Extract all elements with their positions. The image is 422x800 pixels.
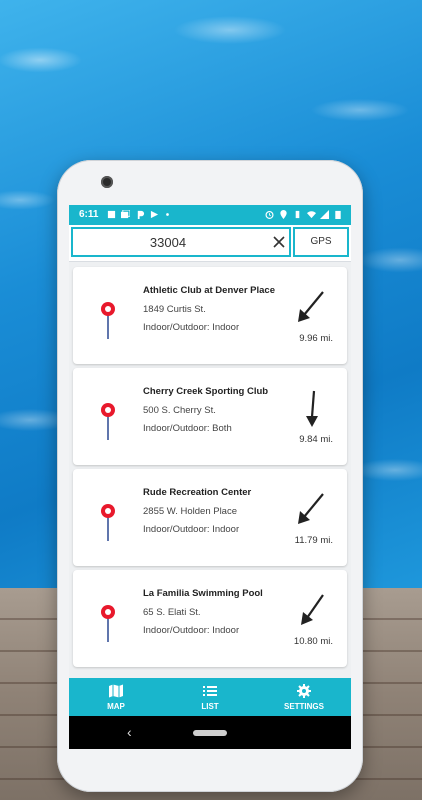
nav-settings-label: SETTINGS — [283, 702, 324, 711]
pool-name: La Familia Swimming Pool — [143, 588, 263, 599]
map-icon — [109, 684, 123, 698]
pool-address: 500 S. Cherry St. — [143, 405, 216, 416]
status-bar: 6:11 — [69, 205, 351, 225]
pool-indoor-outdoor: Indoor/Outdoor: Indoor — [143, 322, 240, 333]
back-icon[interactable]: ‹ — [127, 724, 132, 740]
direction-arrow-icon — [306, 390, 318, 427]
gps-button[interactable]: GPS — [293, 227, 349, 257]
pool-address: 2855 W. Holden Place — [143, 506, 238, 517]
list-item[interactable]: La Familia Swimming Pool 65 S. Elati St.… — [73, 570, 347, 667]
list-item[interactable]: Cherry Creek Sporting Club 500 S. Cherry… — [73, 368, 347, 465]
pool-indoor-outdoor: Indoor/Outdoor: Both — [143, 423, 232, 434]
nav-list[interactable]: LIST — [163, 678, 257, 716]
direction-arrow-icon — [301, 594, 324, 625]
pool-distance: 9.96 mi. — [299, 333, 333, 344]
direction-arrow-icon — [298, 493, 324, 524]
list-item[interactable]: Rude Recreation Center 2855 W. Holden Pl… — [73, 469, 347, 566]
image-icon — [107, 210, 116, 219]
alarm-icon — [265, 210, 274, 219]
nav-settings[interactable]: SETTINGS — [257, 678, 351, 716]
pool-name: Rude Recreation Center — [143, 487, 252, 498]
pool-indoor-outdoor: Indoor/Outdoor: Indoor — [143, 625, 240, 636]
camera-icon — [101, 176, 113, 188]
app-screen: 6:11 GPS Athletic Club at Denver Place — [69, 205, 351, 749]
map-pin-icon — [101, 403, 115, 440]
pool-name: Athletic Club at Denver Place — [143, 285, 275, 296]
pool-distance: 11.79 mi. — [294, 535, 333, 546]
pool-distance: 10.80 mi. — [293, 636, 333, 647]
search-input[interactable] — [73, 229, 263, 255]
nav-map[interactable]: MAP — [69, 678, 163, 716]
home-pill[interactable] — [193, 730, 227, 736]
gear-icon — [297, 684, 311, 698]
map-pin-icon — [101, 605, 115, 642]
play-store-icon — [150, 210, 159, 219]
parking-icon — [137, 210, 145, 219]
wifi-icon — [307, 211, 316, 219]
pool-address: 65 S. Elati St. — [143, 607, 201, 618]
pool-list: Athletic Club at Denver Place 1849 Curti… — [69, 261, 351, 681]
pool-address: 1849 Curtis St. — [143, 304, 206, 315]
vibrate-icon — [295, 210, 300, 219]
battery-icon — [335, 210, 341, 219]
pool-name: Cherry Creek Sporting Club — [143, 386, 269, 397]
list-icon — [203, 686, 217, 696]
signal-icon — [320, 210, 329, 219]
map-pin-icon — [101, 504, 115, 541]
close-icon[interactable] — [270, 233, 288, 251]
map-pin-icon — [101, 302, 115, 339]
nav-map-label: MAP — [107, 702, 125, 711]
direction-arrow-icon — [298, 291, 324, 322]
dot-icon — [166, 213, 169, 216]
location-icon — [280, 210, 287, 219]
pool-indoor-outdoor: Indoor/Outdoor: Indoor — [143, 524, 240, 535]
bottom-nav: MAP LIST SETTINGS — [69, 678, 351, 716]
search-bar: GPS — [69, 225, 351, 262]
gallery-icon — [121, 210, 130, 219]
nav-list-label: LIST — [201, 702, 219, 711]
list-item[interactable]: Athletic Club at Denver Place 1849 Curti… — [73, 267, 347, 364]
status-time: 6:11 — [79, 209, 99, 220]
search-box — [71, 227, 291, 257]
system-nav-bar: ‹ — [69, 716, 351, 749]
pool-distance: 9.84 mi. — [299, 434, 333, 445]
